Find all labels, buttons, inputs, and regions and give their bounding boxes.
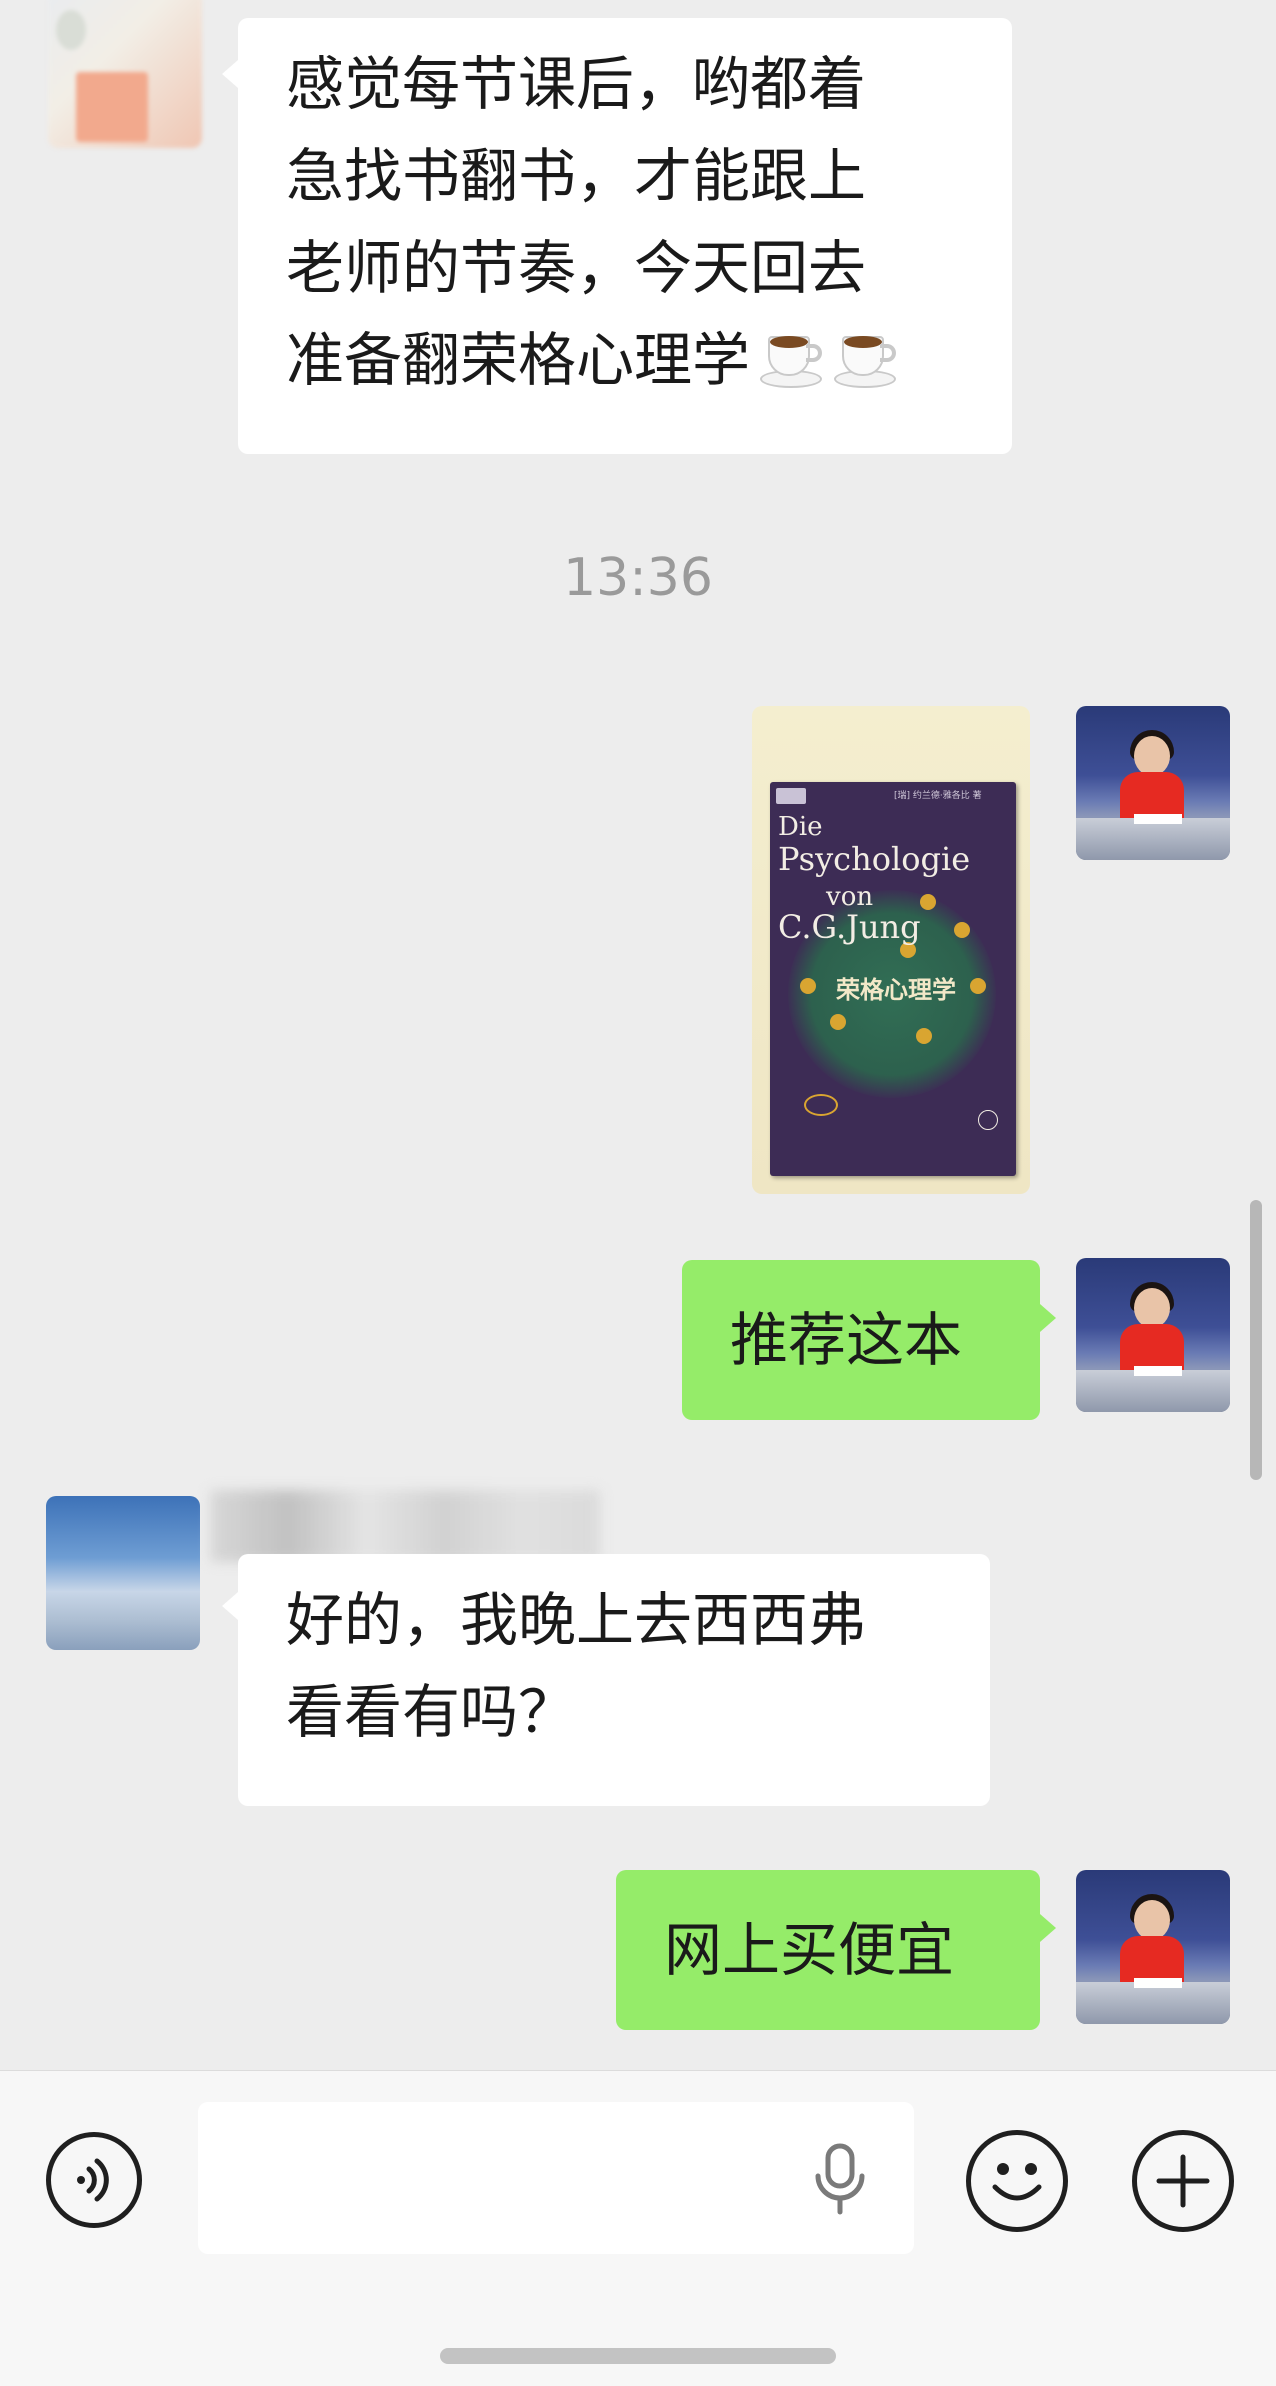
voice-icon[interactable] bbox=[46, 2132, 142, 2228]
bubble-tail bbox=[1040, 1304, 1056, 1332]
sender-name bbox=[210, 1490, 600, 1562]
message-text: 推荐这本 bbox=[730, 1306, 963, 1374]
message-bubble[interactable]: 推荐这本 bbox=[682, 1260, 1040, 1420]
timestamp: 13:36 bbox=[563, 548, 713, 608]
book-title-de: Die bbox=[778, 812, 823, 842]
avatar[interactable] bbox=[1076, 706, 1230, 860]
hot-beverage-icon bbox=[832, 326, 898, 388]
series-logo bbox=[776, 788, 806, 804]
book-photo[interactable]: [瑞] 约兰德·雅各比 著 Die Psychologie von C.G.Ju… bbox=[752, 706, 1030, 1194]
microphone-icon[interactable] bbox=[810, 2140, 870, 2220]
avatar[interactable] bbox=[1076, 1870, 1230, 2024]
smiley-icon[interactable] bbox=[966, 2130, 1068, 2232]
avatar[interactable] bbox=[48, 0, 202, 148]
message-text: 网上买便宜 bbox=[664, 1916, 955, 1984]
message-input[interactable] bbox=[198, 2102, 914, 2254]
home-indicator bbox=[440, 2348, 836, 2364]
message-line: 好的，我晚上去西西弗 bbox=[286, 1586, 867, 1654]
eye-icon bbox=[804, 1094, 838, 1116]
book-title-cn: 荣格心理学 bbox=[836, 976, 956, 1004]
book-title-de: Psychologie bbox=[778, 840, 971, 878]
bubble-tail bbox=[222, 60, 238, 88]
publisher-logo bbox=[978, 1110, 998, 1130]
bubble-tail bbox=[222, 1592, 238, 1620]
input-bar bbox=[0, 2070, 1276, 2386]
plus-icon[interactable] bbox=[1132, 2130, 1234, 2232]
avatar[interactable] bbox=[1076, 1258, 1230, 1412]
message-line: 准备翻荣格心理学 bbox=[286, 326, 751, 394]
hot-beverage-icon bbox=[758, 326, 824, 388]
book-title-de: C.G.Jung bbox=[778, 908, 921, 946]
message-bubble[interactable]: 好的，我晚上去西西弗 看看有吗？ bbox=[238, 1554, 990, 1806]
message-line: 急找书翻书，才能跟上 bbox=[286, 142, 867, 210]
message-line: 看看有吗？ bbox=[286, 1678, 577, 1746]
book-author: [瑞] 约兰德·雅各比 著 bbox=[894, 791, 982, 801]
bubble-tail bbox=[1040, 1914, 1056, 1942]
message-line: 感觉每节课后，哟都着 bbox=[286, 50, 867, 118]
message-bubble[interactable]: 网上买便宜 bbox=[616, 1870, 1040, 2030]
book-cover: [瑞] 约兰德·雅各比 著 Die Psychologie von C.G.Ju… bbox=[770, 782, 1016, 1176]
avatar[interactable] bbox=[46, 1496, 200, 1650]
scrollbar[interactable] bbox=[1250, 1200, 1262, 1480]
message-line: 老师的节奏，今天回去 bbox=[286, 234, 867, 302]
message-bubble[interactable]: 感觉每节课后，哟都着 急找书翻书，才能跟上 老师的节奏，今天回去 准备翻荣格心理… bbox=[238, 18, 1012, 454]
